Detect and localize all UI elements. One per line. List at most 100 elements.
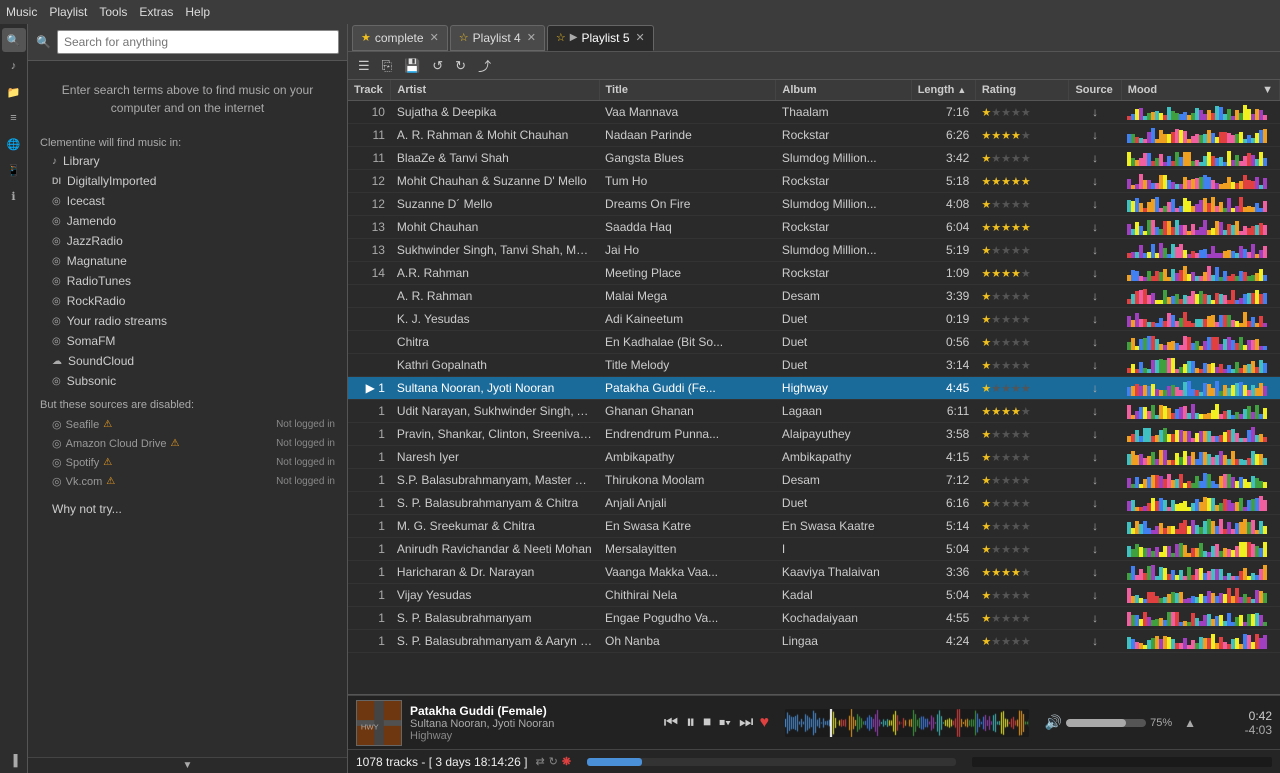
source-soundcloud[interactable]: ☁SoundCloud — [28, 351, 347, 371]
prev-button[interactable]: ⏮ — [662, 712, 680, 734]
col-rating[interactable]: Rating — [975, 80, 1069, 101]
cell-rating[interactable]: ★★★★★ — [975, 193, 1069, 216]
cell-rating[interactable]: ★★★★★ — [975, 492, 1069, 515]
table-row[interactable]: 1 S. P. Balasubrahmanyam & Chitra Anjali… — [348, 492, 1280, 515]
cell-rating[interactable]: ★★★★★ — [975, 377, 1069, 400]
source-jamendo[interactable]: ◎Jamendo — [28, 211, 347, 231]
tab-playlist5[interactable]: ☆ ▶ Playlist 5 ✕ — [547, 25, 654, 51]
col-mood[interactable]: Mood ▼ — [1121, 80, 1279, 101]
col-length[interactable]: Length ▲ — [911, 80, 975, 101]
table-row[interactable]: 1 M. G. Sreekumar & Chitra En Swasa Katr… — [348, 515, 1280, 538]
table-row[interactable]: 14 A.R. Rahman Meeting Place Rockstar 1:… — [348, 262, 1280, 285]
table-row[interactable]: 12 Mohit Chauhan & Suzanne D' Mello Tum … — [348, 170, 1280, 193]
sidebar-icon-search[interactable]: 🔍 — [2, 28, 26, 52]
table-row[interactable]: 11 A. R. Rahman & Mohit Chauhan Nadaan P… — [348, 124, 1280, 147]
stop-button[interactable]: ⏹ — [701, 712, 713, 734]
source-vkcom[interactable]: ◎Vk.com ⚠Not logged in — [28, 472, 347, 491]
cell-rating[interactable]: ★★★★★ — [975, 147, 1069, 170]
cell-rating[interactable]: ★★★★★ — [975, 469, 1069, 492]
source-somafm[interactable]: ◎SomaFM — [28, 331, 347, 351]
table-row[interactable]: ▶ 1 Sultana Nooran, Jyoti Nooran Patakha… — [348, 377, 1280, 400]
toolbar-btn-copy[interactable]: ⎘ — [378, 56, 396, 76]
source-jazzradio[interactable]: ◎JazzRadio — [28, 231, 347, 251]
table-row[interactable]: 1 S. P. Balasubrahmanyam & Aaryn D... Oh… — [348, 630, 1280, 653]
play-button[interactable]: ⏸ — [684, 710, 697, 735]
table-row[interactable]: 1 Naresh Iyer Ambikapathy Ambikapathy 4:… — [348, 446, 1280, 469]
table-row[interactable]: Chitra En Kadhalae (Bit So... Duet 0:56 … — [348, 331, 1280, 354]
cell-rating[interactable]: ★★★★★ — [975, 308, 1069, 331]
table-row[interactable]: 1 Anirudh Ravichandar & Neeti Mohan Mers… — [348, 538, 1280, 561]
cell-rating[interactable]: ★★★★★ — [975, 515, 1069, 538]
table-row[interactable]: 11 BlaaZe & Tanvi Shah Gangsta Blues Slu… — [348, 147, 1280, 170]
repeat-icon[interactable]: ↻ — [549, 755, 558, 768]
toolbar-btn-redo[interactable]: ↻ — [451, 56, 470, 76]
menu-tools[interactable]: Tools — [99, 5, 127, 19]
col-track[interactable]: Track — [348, 80, 391, 101]
sidebar-icon-internet[interactable]: 🌐 — [2, 132, 26, 156]
source-library[interactable]: ♪Library — [28, 151, 347, 171]
cell-rating[interactable]: ★★★★★ — [975, 354, 1069, 377]
table-row[interactable]: 1 S. P. Balasubrahmanyam Engae Pogudho V… — [348, 607, 1280, 630]
source-subsonic[interactable]: ◎Subsonic — [28, 371, 347, 391]
seek-bar[interactable] — [587, 758, 956, 766]
table-row[interactable]: 10 Sujatha & Deepika Vaa Mannava Thaalam… — [348, 101, 1280, 124]
tab-playlist5-close[interactable]: ✕ — [636, 31, 645, 44]
cell-rating[interactable]: ★★★★★ — [975, 607, 1069, 630]
cell-rating[interactable]: ★★★★★ — [975, 561, 1069, 584]
cell-rating[interactable]: ★★★★★ — [975, 285, 1069, 308]
source-spotify[interactable]: ◎Spotify ⚠Not logged in — [28, 453, 347, 472]
toolbar-btn-export[interactable]: ⤴ — [474, 54, 495, 77]
col-source[interactable]: Source — [1069, 80, 1121, 101]
table-row[interactable]: 1 Udit Narayan, Sukhwinder Singh, Al... … — [348, 400, 1280, 423]
sidebar-icon-equalizer[interactable]: ▐ — [2, 749, 26, 773]
tab-complete-close[interactable]: ✕ — [430, 31, 439, 44]
cell-rating[interactable]: ★★★★★ — [975, 331, 1069, 354]
cell-rating[interactable]: ★★★★★ — [975, 446, 1069, 469]
table-row[interactable]: 12 Suzanne D´ Mello Dreams On Fire Slumd… — [348, 193, 1280, 216]
cell-rating[interactable]: ★★★★★ — [975, 101, 1069, 124]
col-artist[interactable]: Artist — [391, 80, 599, 101]
source-digitallyimported[interactable]: DIDigitallyImported — [28, 171, 347, 191]
source-radiotunes[interactable]: ◎RadioTunes — [28, 271, 347, 291]
love-button[interactable]: ♥ — [759, 714, 769, 732]
cell-rating[interactable]: ★★★★★ — [975, 216, 1069, 239]
sidebar-icon-devices[interactable]: 📱 — [2, 158, 26, 182]
waveform[interactable] — [785, 709, 1029, 737]
sidebar-icon-files[interactable]: 📁 — [2, 80, 26, 104]
toolbar-btn-list[interactable]: ☰ — [354, 56, 374, 76]
toolbar-btn-undo[interactable]: ↺ — [428, 56, 447, 76]
next-button[interactable]: ⏭ — [737, 712, 755, 734]
cell-rating[interactable]: ★★★★★ — [975, 262, 1069, 285]
menu-help[interactable]: Help — [185, 5, 210, 19]
tab-playlist4-close[interactable]: ✕ — [527, 31, 536, 44]
cell-rating[interactable]: ★★★★★ — [975, 630, 1069, 653]
cell-rating[interactable]: ★★★★★ — [975, 538, 1069, 561]
col-album[interactable]: Album — [776, 80, 911, 101]
menu-playlist[interactable]: Playlist — [49, 5, 87, 19]
cell-rating[interactable]: ★★★★★ — [975, 170, 1069, 193]
table-row[interactable]: A. R. Rahman Malai Mega Desam 3:39 ★★★★★… — [348, 285, 1280, 308]
table-row[interactable]: 1 Vijay Yesudas Chithirai Nela Kadal 5:0… — [348, 584, 1280, 607]
sidebar-icon-song-info[interactable]: ℹ — [2, 184, 26, 208]
source-rockradio[interactable]: ◎RockRadio — [28, 291, 347, 311]
table-row[interactable]: 13 Mohit Chauhan Saadda Haq Rockstar 6:0… — [348, 216, 1280, 239]
table-row[interactable]: 1 S.P. Balasubrahmanyam, Master Vig... T… — [348, 469, 1280, 492]
table-row[interactable]: 13 Sukhwinder Singh, Tanvi Shah, Mah... … — [348, 239, 1280, 262]
shuffle-icon[interactable]: ⇄ — [535, 755, 544, 768]
table-row[interactable]: K. J. Yesudas Adi Kaineetum Duet 0:19 ★★… — [348, 308, 1280, 331]
table-row[interactable]: 1 Haricharan & Dr. Narayan Vaanga Makka … — [348, 561, 1280, 584]
volume-up-arrow[interactable]: ▲ — [1184, 716, 1196, 730]
source-seafile[interactable]: ◎Seafile ⚠Not logged in — [28, 415, 347, 434]
sidebar-icon-library[interactable]: ♪ — [2, 54, 26, 78]
tab-playlist4[interactable]: ☆ Playlist 4 ✕ — [450, 25, 545, 51]
search-input[interactable] — [57, 30, 339, 54]
tab-complete[interactable]: ★ complete ✕ — [352, 25, 448, 51]
table-row[interactable]: Kathri Gopalnath Title Melody Duet 3:14 … — [348, 354, 1280, 377]
source-magnatune[interactable]: ◎Magnatune — [28, 251, 347, 271]
cell-rating[interactable]: ★★★★★ — [975, 423, 1069, 446]
scroll-down-arrow[interactable]: ▼ — [183, 760, 193, 771]
cell-rating[interactable]: ★★★★★ — [975, 584, 1069, 607]
source-your-radio-streams[interactable]: ◎Your radio streams — [28, 311, 347, 331]
cell-rating[interactable]: ★★★★★ — [975, 124, 1069, 147]
toolbar-btn-save[interactable]: 💾 — [400, 56, 424, 76]
